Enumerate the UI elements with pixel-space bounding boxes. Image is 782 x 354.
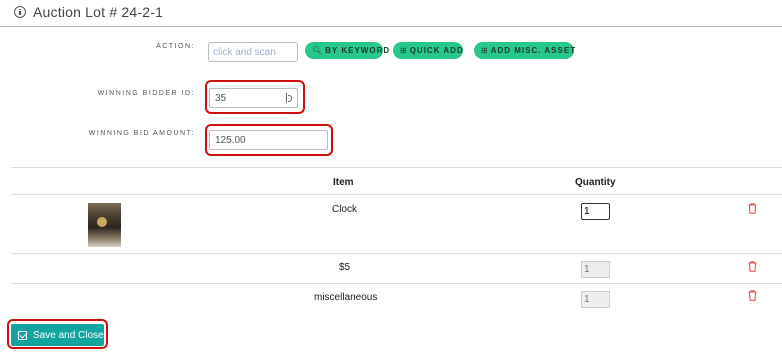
quantity-input[interactable] <box>581 203 610 220</box>
trash-icon[interactable] <box>748 290 757 301</box>
item-name: $5 <box>339 262 351 273</box>
table-row: Clock <box>11 194 782 253</box>
save-and-close-button[interactable]: Save and Close <box>11 324 104 346</box>
trash-icon[interactable] <box>748 261 757 272</box>
table-row: miscellaneous <box>11 283 782 316</box>
add-misc-asset-label: ADD MISC. ASSET <box>490 46 577 55</box>
winning-bid-amount-value: 125.00 <box>215 134 246 146</box>
winning-bidder-value: 35 <box>215 92 227 104</box>
plus-square-icon: ⊞ <box>481 46 489 55</box>
panel-header: Auction Lot # 24-2-1 <box>0 0 782 27</box>
winning-bid-amount-input[interactable]: 125.00 <box>209 130 328 150</box>
page-title: Auction Lot # 24-2-1 <box>33 4 164 20</box>
quick-add-label: QUICK ADD <box>409 46 464 55</box>
quick-add-button[interactable]: ⊞ QUICK ADD <box>393 42 463 59</box>
info-icon <box>14 6 26 18</box>
scan-input[interactable] <box>208 42 298 62</box>
item-name: Clock <box>332 204 358 215</box>
plus-square-icon: ⊞ <box>400 46 408 55</box>
action-label: ACTION: <box>156 43 195 50</box>
table-header-row: Item Quantity <box>11 167 782 194</box>
item-thumbnail[interactable] <box>88 203 121 247</box>
table-row: $5 <box>11 253 782 283</box>
winning-bidder-label: WINNING BIDDER ID: <box>97 90 195 97</box>
by-keyword-button[interactable]: 🔍︎ BY KEYWORD <box>305 42 389 59</box>
add-misc-asset-button[interactable]: ⊞ ADD MISC. ASSET <box>474 42 577 59</box>
quantity-input <box>581 291 610 308</box>
checkbox-icon <box>18 330 27 340</box>
save-and-close-label: Save and Close <box>33 329 104 341</box>
trash-icon[interactable] <box>748 203 757 214</box>
by-keyword-label: BY KEYWORD <box>325 46 391 55</box>
item-column-header: Item <box>333 177 354 188</box>
barcode-scan-icon[interactable] <box>286 93 293 103</box>
quantity-input <box>581 261 610 278</box>
item-name: miscellaneous <box>314 292 378 303</box>
winning-bidder-input[interactable]: 35 <box>209 88 298 108</box>
search-icon: 🔍︎ <box>312 46 324 55</box>
quantity-column-header: Quantity <box>575 177 616 188</box>
winning-bid-amount-label: WINNING BID AMOUNT: <box>88 130 195 137</box>
